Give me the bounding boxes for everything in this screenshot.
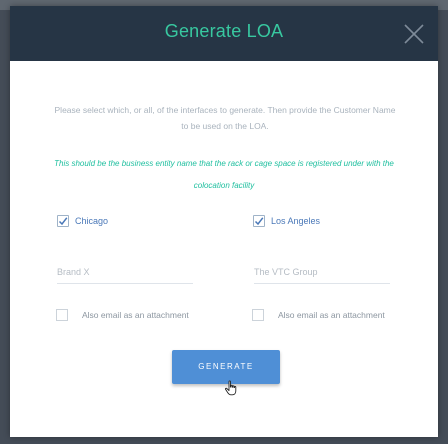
chicago-customer-name-input[interactable]	[57, 261, 193, 284]
checkmark-icon	[58, 217, 68, 226]
chicago-checkbox[interactable]	[57, 215, 69, 227]
los-angeles-email-label: Also email as an attachment	[278, 310, 385, 320]
hand-cursor-icon	[225, 380, 237, 396]
chicago-label: Chicago	[75, 216, 109, 226]
close-icon[interactable]	[402, 22, 426, 46]
los-angeles-checkbox[interactable]	[253, 215, 265, 227]
intro-text: Please select which, or all, of the inte…	[54, 105, 396, 131]
generate-loa-modal: Generate LOA Please select which, or all…	[10, 6, 438, 437]
chicago-email-checkbox[interactable]	[56, 309, 68, 321]
entity-name-note: This should be the business entity name …	[54, 159, 394, 190]
location-checkbox-row-los-angeles[interactable]: Los Angeles	[253, 213, 320, 229]
los-angeles-label: Los Angeles	[271, 216, 321, 226]
checkmark-icon	[254, 217, 264, 226]
location-checkbox-row-chicago[interactable]: Chicago	[57, 213, 108, 229]
los-angeles-customer-name-input[interactable]	[254, 261, 390, 284]
los-angeles-email-checkbox[interactable]	[252, 309, 264, 321]
los-angeles-email-option[interactable]: Also email as an attachment	[252, 307, 385, 323]
modal-title: Generate LOA	[164, 21, 284, 41]
generate-button[interactable]: GENERATE	[172, 350, 280, 384]
modal-header: Generate LOA	[10, 6, 438, 61]
chicago-email-option[interactable]: Also email as an attachment	[56, 307, 189, 323]
chicago-email-label: Also email as an attachment	[82, 310, 189, 320]
